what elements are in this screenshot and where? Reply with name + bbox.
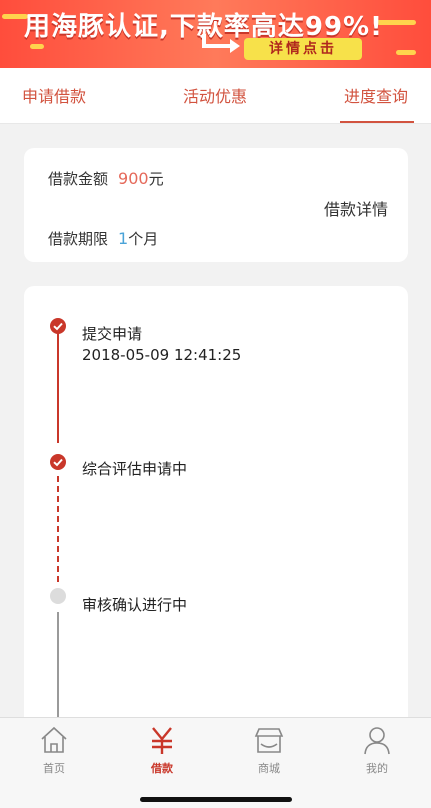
top-tabs: 申请借款 活动优惠 进度查询 bbox=[0, 68, 431, 124]
banner-streak bbox=[396, 50, 416, 55]
nav-me[interactable]: 我的 bbox=[347, 718, 407, 788]
loan-term-label: 借款期限 bbox=[48, 230, 109, 248]
user-icon bbox=[364, 727, 390, 755]
banner-streak bbox=[30, 44, 44, 49]
home-icon bbox=[41, 726, 67, 753]
tab-progress[interactable]: 进度查询 bbox=[344, 68, 408, 124]
timeline-line-in-progress bbox=[57, 476, 59, 582]
step-title: 审核确认进行中 bbox=[82, 596, 188, 614]
loan-detail-link[interactable]: 借款详情 bbox=[324, 196, 388, 220]
step-title: 提交申请 bbox=[82, 325, 143, 343]
loan-amount-label: 借款金额 bbox=[48, 170, 109, 188]
step-pending-icon bbox=[50, 588, 66, 604]
loan-term-unit: 个月 bbox=[128, 230, 159, 248]
step-title: 综合评估申请中 bbox=[82, 460, 188, 478]
yen-icon bbox=[152, 727, 172, 754]
step-time: 2018-05-09 12:41:25 bbox=[82, 346, 242, 364]
nav-home-label: 首页 bbox=[43, 762, 65, 775]
loan-term-row: 借款期限 1个月 bbox=[48, 228, 158, 249]
banner-cta-button[interactable]: 详情点击 bbox=[244, 38, 362, 60]
progress-timeline-card: 提交申请 2018-05-09 12:41:25 综合评估申请中 审核确认进行中 bbox=[24, 286, 408, 746]
loan-amount-row: 借款金额 900元 bbox=[48, 168, 164, 189]
nav-home[interactable]: 首页 bbox=[24, 718, 84, 788]
loan-summary-card: 借款金额 900元 借款详情 借款期限 1个月 bbox=[24, 148, 408, 262]
promo-banner[interactable]: 用海豚认证,下款率高达99%! 详情点击 bbox=[0, 0, 431, 68]
arrow-icon bbox=[202, 34, 240, 53]
nav-mall-label: 商城 bbox=[258, 762, 280, 775]
timeline-line-complete bbox=[57, 333, 59, 443]
nav-mall[interactable]: 商城 bbox=[239, 718, 299, 788]
step-done-icon bbox=[50, 454, 66, 470]
tab-apply-loan[interactable]: 申请借款 bbox=[22, 68, 86, 124]
check-icon bbox=[53, 322, 63, 331]
loan-amount-unit: 元 bbox=[148, 170, 164, 188]
loan-term-value: 1 bbox=[118, 229, 129, 248]
check-icon bbox=[53, 458, 63, 467]
store-icon bbox=[254, 728, 284, 753]
home-indicator bbox=[140, 797, 292, 802]
nav-loan[interactable]: 借款 bbox=[132, 718, 192, 788]
step-done-icon bbox=[50, 318, 66, 334]
bottom-nav: 首页 借款 商城 我的 bbox=[0, 717, 431, 808]
nav-me-label: 我的 bbox=[366, 762, 388, 775]
tab-promotions[interactable]: 活动优惠 bbox=[183, 68, 247, 124]
loan-amount-value: 900 bbox=[118, 169, 149, 188]
nav-loan-label: 借款 bbox=[151, 762, 173, 775]
active-tab-indicator bbox=[340, 121, 414, 123]
